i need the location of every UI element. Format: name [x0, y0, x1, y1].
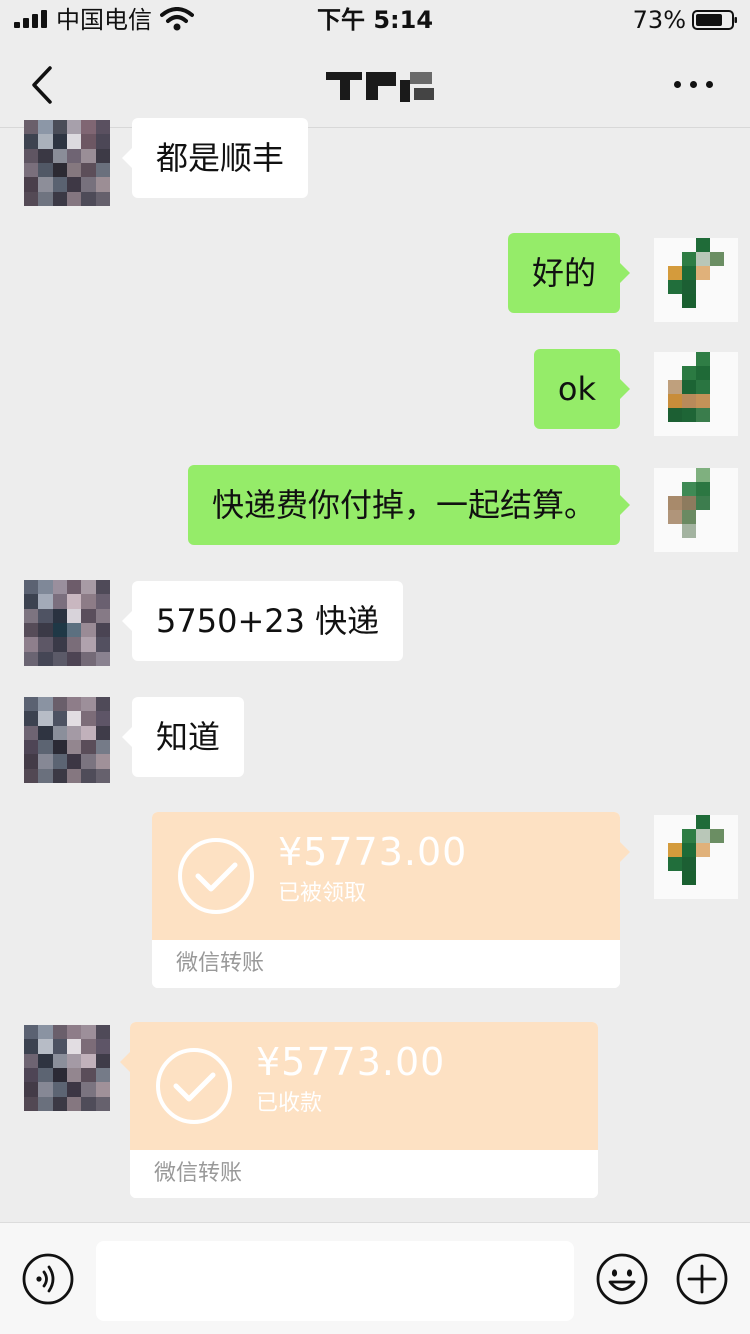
check-circle-icon: [178, 838, 254, 914]
avatar[interactable]: [24, 120, 110, 206]
message-bubble[interactable]: ok: [533, 349, 631, 429]
transfer-tail: [620, 842, 630, 862]
message-bubble[interactable]: 知道: [121, 697, 245, 777]
transfer-footer: 微信转账: [152, 940, 620, 988]
plus-icon[interactable]: [676, 1253, 728, 1305]
battery-percentage: 73%: [632, 6, 686, 34]
status-bar: 中国电信 下午 5:14 73%: [0, 0, 750, 40]
avatar[interactable]: [24, 580, 110, 666]
message-bubble[interactable]: 都是顺丰: [121, 118, 309, 198]
transfer-card[interactable]: ¥5773.00 已被领取 微信转账: [152, 812, 620, 988]
input-bar: [0, 1222, 750, 1334]
message-bubble[interactable]: 快递费你付掉，一起结算。: [187, 465, 631, 545]
transfer-footer: 微信转账: [130, 1150, 598, 1198]
more-icon[interactable]: [674, 78, 714, 90]
transfer-amount: ¥5773.00: [256, 1040, 446, 1084]
avatar[interactable]: [654, 815, 738, 899]
avatar[interactable]: [24, 1025, 110, 1111]
avatar[interactable]: [24, 697, 110, 783]
transfer-status: 已被领取: [278, 881, 367, 906]
avatar[interactable]: [654, 238, 738, 322]
back-icon[interactable]: [28, 64, 62, 106]
chat-header: [0, 40, 750, 128]
transfer-amount: ¥5773.00: [278, 830, 468, 874]
avatar[interactable]: [654, 468, 738, 552]
check-circle-icon: [156, 1048, 232, 1124]
message-bubble[interactable]: 好的: [507, 233, 631, 313]
transfer-status: 已收款: [256, 1091, 323, 1116]
battery-icon: [692, 10, 737, 30]
transfer-card[interactable]: ¥5773.00 已收款 微信转账: [130, 1022, 598, 1198]
voice-icon[interactable]: [22, 1253, 74, 1305]
transfer-footer-label: 微信转账: [154, 1161, 243, 1186]
emoji-icon[interactable]: [596, 1253, 648, 1305]
message-bubble[interactable]: 5750+23 快递: [121, 581, 404, 661]
transfer-footer-label: 微信转账: [176, 951, 265, 976]
avatar[interactable]: [654, 352, 738, 436]
contact-name-redacted: [326, 70, 436, 104]
message-input[interactable]: [96, 1241, 574, 1321]
transfer-tail: [120, 1052, 130, 1072]
